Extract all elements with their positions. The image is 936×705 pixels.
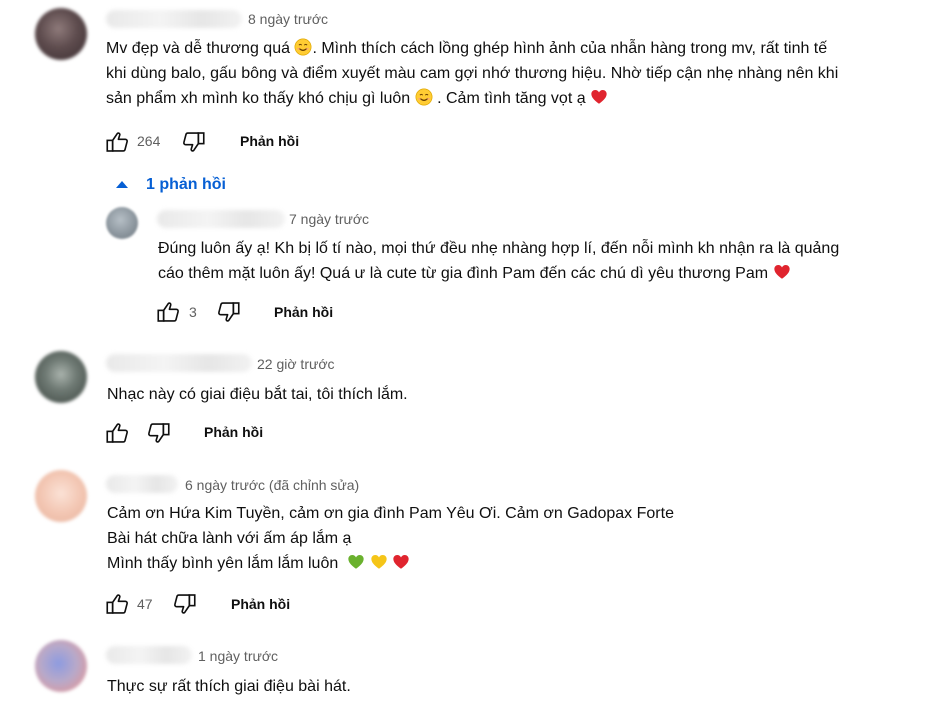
comment-timestamp[interactable]: 8 ngày trước <box>248 11 328 27</box>
comment-body: Đúng luôn ấy ạ! Kh bị lố tí nào, mọi thứ… <box>158 236 839 286</box>
avatar[interactable] <box>106 207 138 239</box>
avatar[interactable] <box>35 470 87 522</box>
red-heart-icon <box>392 553 410 571</box>
like-icon[interactable] <box>104 591 130 617</box>
comment-line: sản phẩm xh mình ko thấy khó chịu gì luô… <box>106 90 411 107</box>
like-icon[interactable] <box>104 420 130 446</box>
reply-button[interactable]: Phản hồi <box>231 596 290 612</box>
reply-button[interactable]: Phản hồi <box>204 424 263 440</box>
comment-line: Mình thấy bình yên lắm lắm luôn <box>107 555 339 572</box>
dislike-icon[interactable] <box>172 591 198 617</box>
author-name[interactable] <box>106 475 178 493</box>
author-name[interactable] <box>106 354 252 372</box>
comment-line: Cảm ơn Hứa Kim Tuyền, cảm ơn gia đình Pa… <box>107 505 674 522</box>
comment-timestamp[interactable]: 22 giờ trước <box>257 356 335 372</box>
yellow-heart-icon <box>370 553 388 571</box>
like-count: 264 <box>137 133 161 149</box>
smiling-face-icon <box>415 88 433 106</box>
avatar[interactable] <box>35 640 87 692</box>
caret-up-icon[interactable] <box>116 181 128 188</box>
comment-body: Thực sự rất thích giai điệu bài hát. <box>107 674 351 699</box>
dislike-icon[interactable] <box>181 129 207 155</box>
avatar[interactable] <box>35 351 87 403</box>
comment-line: Mv đẹp và dễ thương quá <box>106 40 290 57</box>
dislike-icon[interactable] <box>146 420 172 446</box>
author-name[interactable] <box>106 10 242 28</box>
like-icon[interactable] <box>155 299 181 325</box>
comment-line: . Mình thích cách lồng ghép hình ảnh của… <box>312 40 828 57</box>
reply-button[interactable]: Phản hồi <box>240 133 299 149</box>
comment-line: . Cảm tình tăng vọt ạ <box>437 90 586 107</box>
red-heart-icon <box>590 88 608 106</box>
comment-line: khi dùng balo, gấu bông và điểm xuyết mà… <box>106 65 839 82</box>
comment-timestamp[interactable]: 6 ngày trước (đã chỉnh sửa) <box>185 477 359 493</box>
author-name[interactable] <box>157 210 285 228</box>
comment-body: Cảm ơn Hứa Kim Tuyền, cảm ơn gia đình Pa… <box>107 501 674 576</box>
comment-timestamp[interactable]: 1 ngày trước <box>198 648 278 664</box>
avatar[interactable] <box>35 8 87 60</box>
smiling-face-icon <box>294 38 312 56</box>
comment-body: Nhạc này có giai điệu bắt tai, tôi thích… <box>107 382 408 407</box>
like-count: 47 <box>137 596 153 612</box>
red-heart-icon <box>773 263 791 281</box>
dislike-icon[interactable] <box>216 299 242 325</box>
comment-line: cáo thêm mặt luôn ấy! Quá ư là cute từ g… <box>158 265 769 282</box>
comment-line: Thực sự rất thích giai điệu bài hát. <box>107 678 351 695</box>
comment-body: Mv đẹp và dễ thương quá . Mình thích các… <box>106 36 838 111</box>
like-icon[interactable] <box>104 129 130 155</box>
green-heart-icon <box>347 553 365 571</box>
reply-button[interactable]: Phản hồi <box>274 304 333 320</box>
comment-line: Đúng luôn ấy ạ! Kh bị lố tí nào, mọi thứ… <box>158 240 840 257</box>
like-count: 3 <box>189 304 197 320</box>
replies-toggle[interactable]: 1 phản hồi <box>146 176 226 194</box>
comment-timestamp[interactable]: 7 ngày trước <box>289 211 369 227</box>
comment-line: Nhạc này có giai điệu bắt tai, tôi thích… <box>107 386 408 403</box>
comment-line: Bài hát chữa lành với ấm áp lắm ạ <box>107 530 352 547</box>
author-name[interactable] <box>106 646 192 664</box>
